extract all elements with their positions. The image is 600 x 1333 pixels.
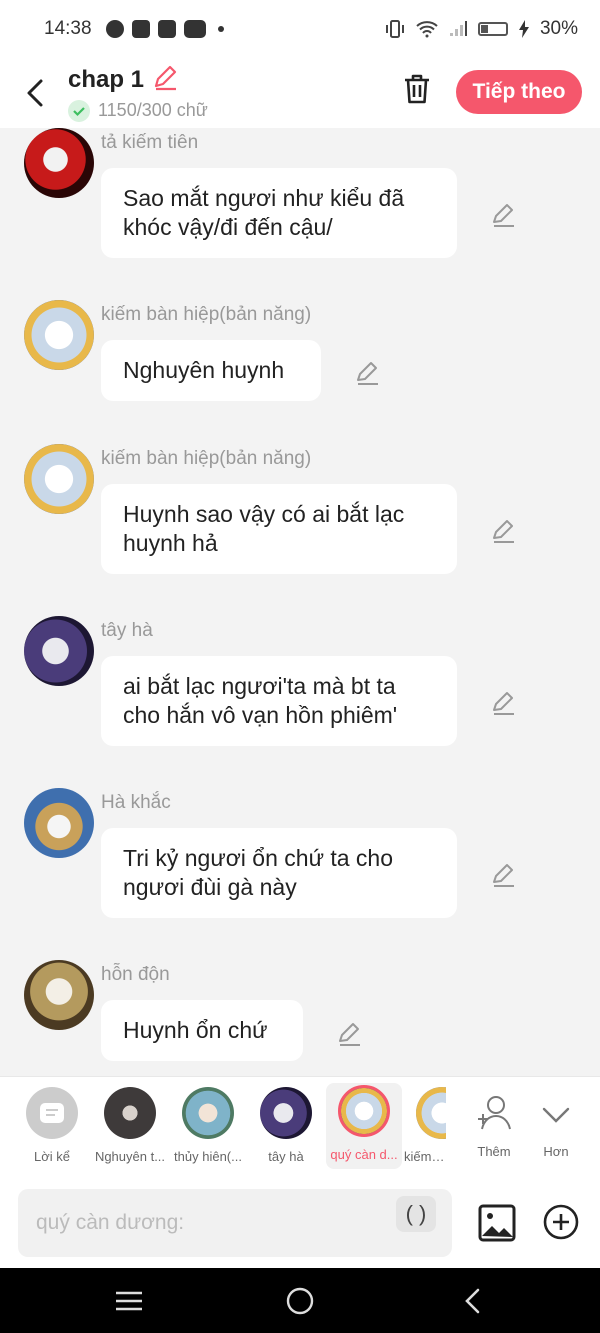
chevron-left-icon [27, 79, 43, 107]
delete-button[interactable] [398, 70, 436, 108]
signal-icon [449, 21, 467, 36]
character-chip[interactable]: Nghuyên t... [92, 1085, 168, 1164]
image-icon[interactable] [478, 1204, 516, 1242]
charging-icon [518, 20, 529, 38]
avatar[interactable] [24, 300, 94, 370]
avatar [416, 1087, 446, 1139]
status-time: 14:38 [44, 18, 92, 39]
message-bubble[interactable]: Huynh ổn chứ [101, 1000, 303, 1061]
edit-message-icon[interactable] [336, 1020, 364, 1048]
avatar [260, 1087, 312, 1139]
avatar [182, 1087, 234, 1139]
edit-message-icon[interactable] [490, 201, 518, 229]
sender-name: Hà khắc [101, 792, 171, 813]
more-button[interactable]: Hơn [518, 1085, 594, 1159]
edit-message-icon[interactable] [354, 359, 382, 387]
edit-message-icon[interactable] [490, 689, 518, 717]
sender-name: kiếm bàn hiệp(bản năng) [101, 448, 312, 469]
add-user-icon [478, 1096, 511, 1130]
avatar [104, 1087, 156, 1139]
chapter-title: chap 1 [68, 66, 145, 93]
sender-name: tây hà [101, 620, 153, 641]
notification-icons [105, 20, 224, 38]
chip-label: quý càn d... [330, 1147, 398, 1162]
character-chip[interactable]: thủy hiên(... [170, 1085, 246, 1164]
edit-title-button[interactable] [152, 65, 180, 96]
chip-label: Lời kể [34, 1149, 70, 1164]
app-icon [157, 20, 176, 38]
message-icon [40, 1103, 64, 1123]
chip-label: Nghuyên t... [94, 1149, 166, 1164]
character-chip-selected[interactable]: quý càn d... [326, 1083, 402, 1169]
chip-label: tây hà [268, 1149, 304, 1164]
chat-area[interactable]: tả kiếm tiên Sao mắt ngươi như kiểu đã k… [0, 128, 600, 1076]
narrator-avatar [26, 1087, 78, 1139]
message-bubble[interactable]: Tri kỷ ngươi ổn chứ ta cho ngươi đùi gà … [101, 828, 457, 918]
chevron-down-icon [542, 1107, 570, 1123]
message-input[interactable]: quý càn dương: [18, 1189, 452, 1257]
chip-label: thủy hiên(... [174, 1149, 242, 1164]
home-icon[interactable] [285, 1286, 315, 1316]
edit-message-icon[interactable] [490, 861, 518, 889]
plus-circle-icon[interactable] [543, 1204, 579, 1240]
input-bar: quý càn dương: ( ) [0, 1180, 600, 1268]
message-bubble[interactable]: ai bắt lạc ngươi'ta mà bt ta cho hắn vô … [101, 656, 457, 746]
status-bar: 14:38 30% [0, 0, 600, 58]
chapter-info: chap 1 1150/300 chữ [68, 65, 208, 122]
character-chip[interactable]: tây hà [248, 1085, 324, 1164]
sender-name: tả kiếm tiên [101, 132, 199, 153]
facebook-icon [131, 20, 150, 38]
sender-name: hỗn độn [101, 964, 170, 985]
youtube-icon [183, 20, 206, 38]
message-bubble[interactable]: Nghuyên huynh [101, 340, 321, 401]
avatar[interactable] [24, 444, 94, 514]
character-strip[interactable]: Lời kể Nghuyên t... thủy hiên(... tây hà… [0, 1076, 600, 1180]
wifi-icon [416, 21, 438, 38]
menu-icon[interactable] [114, 1286, 144, 1316]
word-count: 1150/300 chữ [98, 100, 208, 120]
message-bubble[interactable]: Huynh sao vậy có ai bắt lạc huynh hả [101, 484, 457, 574]
sender-name: kiếm bàn hiệp(bản năng) [101, 304, 312, 325]
chip-label: Hơn [543, 1144, 569, 1159]
battery-percent: 30% [539, 18, 578, 39]
avatar [338, 1085, 390, 1137]
system-nav-bar [0, 1268, 600, 1333]
next-button[interactable]: Tiếp theo [456, 70, 582, 114]
vibrate-icon [385, 20, 404, 38]
avatar[interactable] [24, 788, 94, 858]
avatar[interactable] [24, 128, 94, 198]
avatar[interactable] [24, 960, 94, 1030]
message-bubble[interactable]: Sao mắt ngươi như kiểu đã khóc vậy/đi đế… [101, 168, 457, 258]
back-button[interactable] [12, 70, 58, 116]
trash-icon [405, 74, 429, 104]
editor-header: chap 1 1150/300 chữ Tiếp theo [0, 58, 600, 128]
edit-message-icon[interactable] [490, 517, 518, 545]
chip-label: kiếm b... [404, 1149, 446, 1164]
avatar[interactable] [24, 616, 94, 686]
pencil-icon [154, 65, 177, 90]
check-icon [68, 99, 90, 122]
more-notifications-icon [217, 26, 224, 32]
action-paren-button[interactable]: ( ) [396, 1196, 436, 1232]
back-nav-icon[interactable] [458, 1286, 488, 1316]
messenger-icon [105, 20, 124, 38]
character-chip[interactable]: kiếm b... [404, 1085, 446, 1164]
battery-icon [477, 22, 508, 36]
character-chip-narrator[interactable]: Lời kể [14, 1085, 90, 1164]
